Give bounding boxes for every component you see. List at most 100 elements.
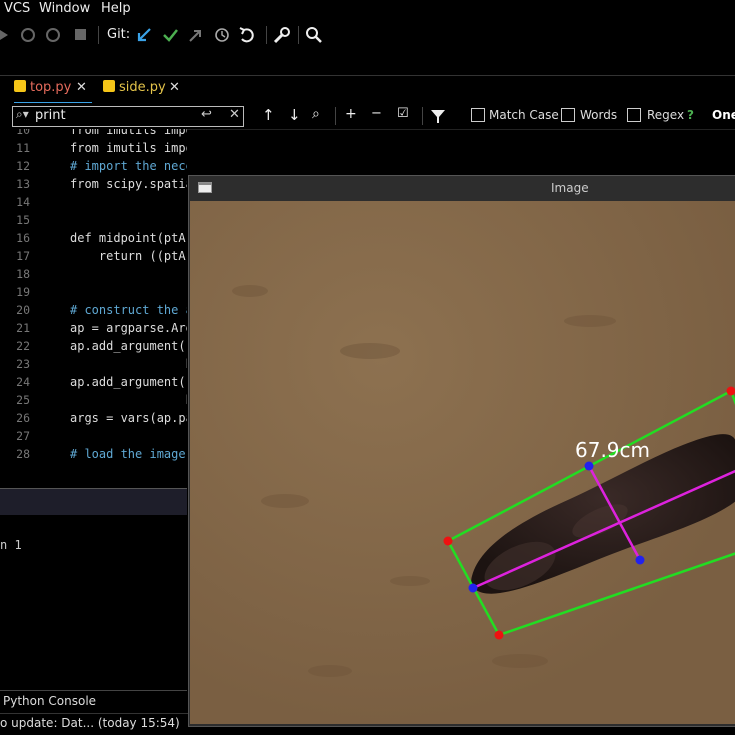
- code-line: # load the image,: [70, 447, 187, 461]
- match-case-checkbox[interactable]: [471, 108, 485, 122]
- code-line: from imutils import contours: [70, 129, 187, 137]
- tab-top-py[interactable]: top.py ✕: [14, 80, 92, 105]
- code-line: ap.add_argument(': [70, 339, 187, 353]
- close-icon[interactable]: ✕: [169, 80, 180, 95]
- tab-label: top.py: [30, 80, 71, 95]
- code-line: from imutils import perspective: [70, 141, 187, 155]
- window-icon: [198, 182, 212, 193]
- line-number: 17: [0, 249, 30, 263]
- code-line: h: [70, 393, 187, 407]
- line-number: 23: [0, 357, 30, 371]
- close-icon[interactable]: ✕: [76, 80, 87, 95]
- image-canvas: 67.9cm: [190, 201, 735, 724]
- image-window-titlebar[interactable]: Image: [189, 176, 735, 200]
- words-label: Words: [580, 108, 617, 122]
- line-number: 14: [0, 195, 30, 209]
- regex-checkbox[interactable]: [627, 108, 641, 122]
- find-input[interactable]: [35, 107, 195, 124]
- toolbar-separator: [422, 107, 423, 125]
- midpoint: [469, 584, 478, 593]
- search-everywhere-icon[interactable]: [305, 26, 325, 46]
- line-number-gutter: 10111213141516171819202122232425262728: [0, 129, 60, 462]
- line-number: 15: [0, 213, 30, 227]
- search-icon[interactable]: ⌕▾: [16, 107, 29, 122]
- match-case-label: Match Case: [489, 108, 559, 122]
- git-commit-icon[interactable]: [164, 30, 177, 40]
- menu-help[interactable]: Help: [101, 1, 131, 16]
- code-editor[interactable]: 10111213141516171819202122232425262728 f…: [0, 129, 187, 462]
- next-occurrence-icon[interactable]: ↓: [288, 106, 301, 124]
- line-number: 13: [0, 177, 30, 191]
- code-line: ap.add_argument(': [70, 375, 187, 389]
- python-file-icon: [103, 80, 115, 92]
- tab-side-py[interactable]: side.py ✕: [103, 80, 183, 102]
- git-actions: [136, 26, 266, 46]
- line-number: 25: [0, 393, 30, 407]
- status-message[interactable]: o update: Dat... (today 15:54): [0, 716, 180, 730]
- step-icon[interactable]: [0, 30, 8, 40]
- profile-icon[interactable]: [47, 29, 59, 41]
- code-line: h: [70, 357, 187, 371]
- history-icon[interactable]: [216, 29, 228, 41]
- filter-icon[interactable]: [430, 108, 446, 124]
- find-bar: ⌕▾ ↩ ✕ ↑ ↓ ⌕ + − ☑ Match Case Words Rege…: [0, 103, 735, 130]
- line-number: 22: [0, 339, 30, 353]
- git-push-icon[interactable]: [190, 31, 200, 41]
- new-line-icon[interactable]: ↩: [201, 107, 212, 122]
- menu-window[interactable]: Window: [39, 1, 90, 16]
- menu-vcs[interactable]: VCS: [4, 1, 30, 16]
- midpoint: [585, 462, 594, 471]
- git-update-icon[interactable]: [139, 29, 150, 40]
- code-line: ap = argparse.Arg: [70, 321, 187, 335]
- line-number: 27: [0, 429, 30, 443]
- settings-wrench-icon[interactable]: [272, 26, 292, 46]
- corner-point: [495, 631, 504, 640]
- find-all-icon[interactable]: ⌕: [312, 106, 320, 122]
- line-number: 28: [0, 447, 30, 461]
- midpoint: [636, 556, 645, 565]
- remove-selection-icon[interactable]: −: [371, 106, 382, 121]
- main-toolbar: Git:: [0, 20, 735, 50]
- code-line: args = vars(ap.pa: [70, 411, 187, 425]
- line-number: 16: [0, 231, 30, 245]
- code-line: # import the necessary packages: [70, 159, 187, 173]
- code-line: return ((ptA[: [70, 249, 187, 263]
- regex-label: Regex: [647, 108, 684, 122]
- toolbar-separator: [335, 107, 336, 125]
- run-controls-icons: [0, 26, 100, 44]
- run-console-header: [0, 488, 187, 515]
- python-file-icon: [14, 80, 26, 92]
- code-line: # construct the a: [70, 303, 187, 317]
- line-number: 26: [0, 411, 30, 425]
- add-selection-icon[interactable]: +: [345, 106, 357, 122]
- clear-icon[interactable]: ✕: [229, 107, 240, 122]
- line-number: 19: [0, 285, 30, 299]
- stop-icon[interactable]: [75, 29, 86, 40]
- window-title: Image: [551, 181, 589, 195]
- line-number: 20: [0, 303, 30, 317]
- line-number: 10: [0, 129, 30, 137]
- select-all-icon[interactable]: ☑: [397, 106, 409, 121]
- python-console-tab[interactable]: Python Console: [3, 694, 96, 708]
- regex-help-link[interactable]: ?: [687, 108, 694, 122]
- line-number: 11: [0, 141, 30, 155]
- search-scope-label: One: [712, 108, 735, 122]
- code-line: def midpoint(ptA,: [70, 231, 187, 245]
- words-checkbox[interactable]: [561, 108, 575, 122]
- tool-window-bar: Python Console: [0, 690, 187, 713]
- console-output-line: n 1: [0, 538, 22, 552]
- rollback-icon[interactable]: [240, 28, 253, 41]
- corner-point: [444, 537, 453, 546]
- line-number: 12: [0, 159, 30, 173]
- editor-tab-bar: top.py ✕ side.py ✕: [0, 75, 735, 102]
- menu-bar: VCS Window Help: [0, 0, 735, 19]
- image-window[interactable]: Image: [188, 175, 735, 727]
- toolbar-separator: [298, 26, 299, 44]
- step-over-icon[interactable]: [22, 29, 34, 41]
- previous-occurrence-icon[interactable]: ↑: [262, 106, 275, 124]
- line-number: 21: [0, 321, 30, 335]
- line-number: 24: [0, 375, 30, 389]
- tab-label: side.py: [119, 80, 166, 95]
- find-field[interactable]: ⌕▾ ↩ ✕: [12, 106, 244, 127]
- toolbar-separator: [266, 26, 267, 44]
